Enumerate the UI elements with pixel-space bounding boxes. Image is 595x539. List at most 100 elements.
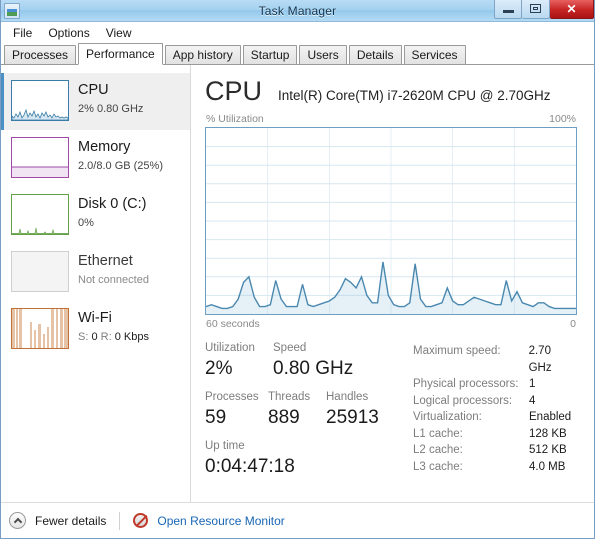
cpu-mini-graph-icon bbox=[11, 80, 69, 121]
spec-virtualization: Virtualization: Enabled bbox=[413, 409, 577, 426]
spec-l2-cache: L2 cache: 512 KB bbox=[413, 442, 577, 459]
tab-bar: Processes Performance App history Startu… bbox=[1, 43, 594, 65]
spec-logical-processors-value: 4 bbox=[529, 394, 536, 407]
ethernet-mini-graph-icon bbox=[11, 251, 69, 292]
tab-services[interactable]: Services bbox=[403, 45, 466, 65]
stat-threads: Threads 889 bbox=[268, 390, 326, 430]
footer-divider bbox=[119, 511, 121, 530]
cpu-spec-list: Maximum speed: 2.70 GHz Physical process… bbox=[405, 341, 577, 479]
cpu-stats-left: Utilization 2% Speed 0.80 GHz Processes … bbox=[205, 341, 405, 479]
tab-startup[interactable]: Startup bbox=[242, 45, 298, 65]
spec-physical-processors: Physical processors: 1 bbox=[413, 376, 577, 393]
stat-processes: Processes 59 bbox=[205, 390, 268, 430]
tab-app-history[interactable]: App history bbox=[164, 45, 241, 65]
resource-monitor-icon bbox=[133, 513, 149, 528]
sidebar-item-wifi[interactable]: Wi-Fi S: 0 R: 0 Kbps bbox=[1, 301, 190, 358]
spec-maximum-speed: Maximum speed: 2.70 GHz bbox=[413, 343, 577, 376]
menu-options[interactable]: Options bbox=[40, 24, 97, 42]
menu-view[interactable]: View bbox=[98, 24, 140, 42]
stat-uptime: Up time 0:04:47:18 bbox=[205, 439, 405, 479]
cpu-utilization-graph bbox=[205, 127, 577, 315]
sidebar-item-disk-0-c[interactable]: Disk 0 (C:) 0% bbox=[1, 187, 190, 244]
menu-file[interactable]: File bbox=[5, 24, 40, 42]
stat-processes-value: 59 bbox=[205, 407, 227, 428]
close-button[interactable]: ✕ bbox=[550, 0, 594, 19]
sidebar-item-cpu[interactable]: CPU 2% 0.80 GHz bbox=[1, 73, 190, 130]
stat-utilization-value: 2% bbox=[205, 358, 233, 379]
stat-threads-value: 889 bbox=[268, 407, 300, 428]
spec-physical-processors-value: 1 bbox=[529, 378, 536, 390]
stat-speed-label: Speed bbox=[273, 342, 307, 354]
minimize-icon bbox=[502, 9, 514, 13]
task-manager-icon bbox=[4, 2, 20, 19]
graph-axis-top: % Utilization 100% bbox=[205, 113, 577, 127]
task-manager-window: Task Manager ✕ File Options View Process… bbox=[0, 0, 595, 539]
stat-handles-label: Handles bbox=[326, 391, 369, 403]
sidebar-label-cpu: CPU bbox=[78, 82, 109, 98]
disk-text-block: Disk 0 (C:) 0% bbox=[78, 194, 146, 231]
disk-mini-graph-icon bbox=[11, 194, 69, 235]
stats-row-secondary: Processes 59 Threads 889 Handles 25913 bbox=[205, 390, 405, 430]
sidebar-label-memory: Memory bbox=[78, 139, 131, 155]
chevron-up-circle-icon[interactable] bbox=[9, 512, 26, 529]
y-axis-label: % Utilization bbox=[206, 113, 264, 125]
cpu-detail-panel: CPU Intel(R) Core(TM) i7-2620M CPU @ 2.7… bbox=[191, 65, 594, 502]
spec-l1-cache-key: L1 cache: bbox=[413, 427, 463, 440]
spec-virtualization-value: Enabled bbox=[529, 411, 572, 423]
spec-l1-cache-value: 128 KB bbox=[529, 427, 567, 440]
spec-virtualization-key: Virtualization: bbox=[413, 411, 482, 423]
spec-physical-processors-key: Physical processors: bbox=[413, 378, 519, 390]
sidebar-sub-cpu: 2% 0.80 GHz bbox=[78, 103, 144, 115]
resource-sidebar: CPU 2% 0.80 GHz Memory 2.0/8.0 GB (25%) bbox=[1, 65, 191, 502]
stat-uptime-value: 0:04:47:18 bbox=[205, 456, 295, 477]
stat-speed-value: 0.80 GHz bbox=[273, 358, 354, 379]
tab-users[interactable]: Users bbox=[299, 45, 347, 65]
sidebar-sub-memory: 2.0/8.0 GB (25%) bbox=[78, 160, 163, 172]
sidebar-item-ethernet[interactable]: Ethernet Not connected bbox=[1, 244, 190, 301]
ethernet-text-block: Ethernet Not connected bbox=[78, 251, 149, 288]
spec-l3-cache: L3 cache: 4.0 MB bbox=[413, 459, 577, 476]
fewer-details-button[interactable]: Fewer details bbox=[35, 514, 106, 528]
cpu-model-label: Intel(R) Core(TM) i7-2620M CPU @ 2.70GHz bbox=[278, 88, 551, 103]
cpu-chart-svg bbox=[206, 128, 576, 314]
sidebar-label-disk-0-c: Disk 0 (C:) bbox=[78, 196, 147, 212]
spec-maximum-speed-value: 2.70 GHz bbox=[528, 345, 552, 374]
stats-row-primary: Utilization 2% Speed 0.80 GHz bbox=[205, 341, 405, 381]
page-title: CPU bbox=[205, 76, 263, 106]
open-resource-monitor-link[interactable]: Open Resource Monitor bbox=[157, 514, 284, 528]
tab-processes[interactable]: Processes bbox=[4, 45, 77, 65]
minimize-button[interactable] bbox=[494, 0, 522, 19]
tab-performance[interactable]: Performance bbox=[78, 43, 163, 65]
memory-mini-graph-icon bbox=[11, 137, 69, 178]
title-bar: Task Manager ✕ bbox=[1, 0, 594, 22]
menu-bar: File Options View bbox=[1, 22, 594, 43]
spec-l2-cache-key: L2 cache: bbox=[413, 444, 463, 456]
stat-utilization: Utilization 2% bbox=[205, 341, 273, 381]
cpu-text-block: CPU 2% 0.80 GHz bbox=[78, 80, 143, 117]
sidebar-sub-disk-0-c: 0% bbox=[78, 217, 94, 229]
stat-uptime-label: Up time bbox=[205, 440, 245, 452]
spec-l3-cache-key: L3 cache: bbox=[413, 460, 463, 473]
stat-handles: Handles 25913 bbox=[326, 390, 379, 430]
stat-threads-label: Threads bbox=[268, 391, 311, 403]
stat-speed: Speed 0.80 GHz bbox=[273, 341, 353, 381]
wifi-recv-value: 0 Kbps bbox=[114, 331, 149, 343]
restore-icon bbox=[530, 4, 541, 13]
cpu-header: CPU Intel(R) Core(TM) i7-2620M CPU @ 2.7… bbox=[205, 75, 577, 107]
window-controls: ✕ bbox=[494, 0, 594, 22]
stat-processes-label: Processes bbox=[205, 391, 259, 403]
spec-logical-processors: Logical processors: 4 bbox=[413, 393, 577, 410]
spec-l3-cache-value: 4.0 MB bbox=[529, 460, 566, 473]
footer-bar: Fewer details Open Resource Monitor bbox=[1, 502, 594, 538]
wifi-send-key: S: bbox=[78, 331, 92, 343]
tab-details[interactable]: Details bbox=[348, 45, 402, 65]
spec-maximum-speed-key: Maximum speed: bbox=[413, 345, 501, 357]
x-axis-right-label: 0 bbox=[570, 318, 576, 330]
wifi-recv-key: R: bbox=[97, 331, 115, 343]
restore-button[interactable] bbox=[522, 0, 550, 19]
wifi-mini-graph-icon bbox=[11, 308, 69, 349]
spec-l2-cache-value: 512 KB bbox=[529, 444, 567, 456]
sidebar-item-memory[interactable]: Memory 2.0/8.0 GB (25%) bbox=[1, 130, 190, 187]
wifi-text-block: Wi-Fi S: 0 R: 0 Kbps bbox=[78, 308, 149, 345]
cpu-stats: Utilization 2% Speed 0.80 GHz Processes … bbox=[205, 341, 577, 479]
